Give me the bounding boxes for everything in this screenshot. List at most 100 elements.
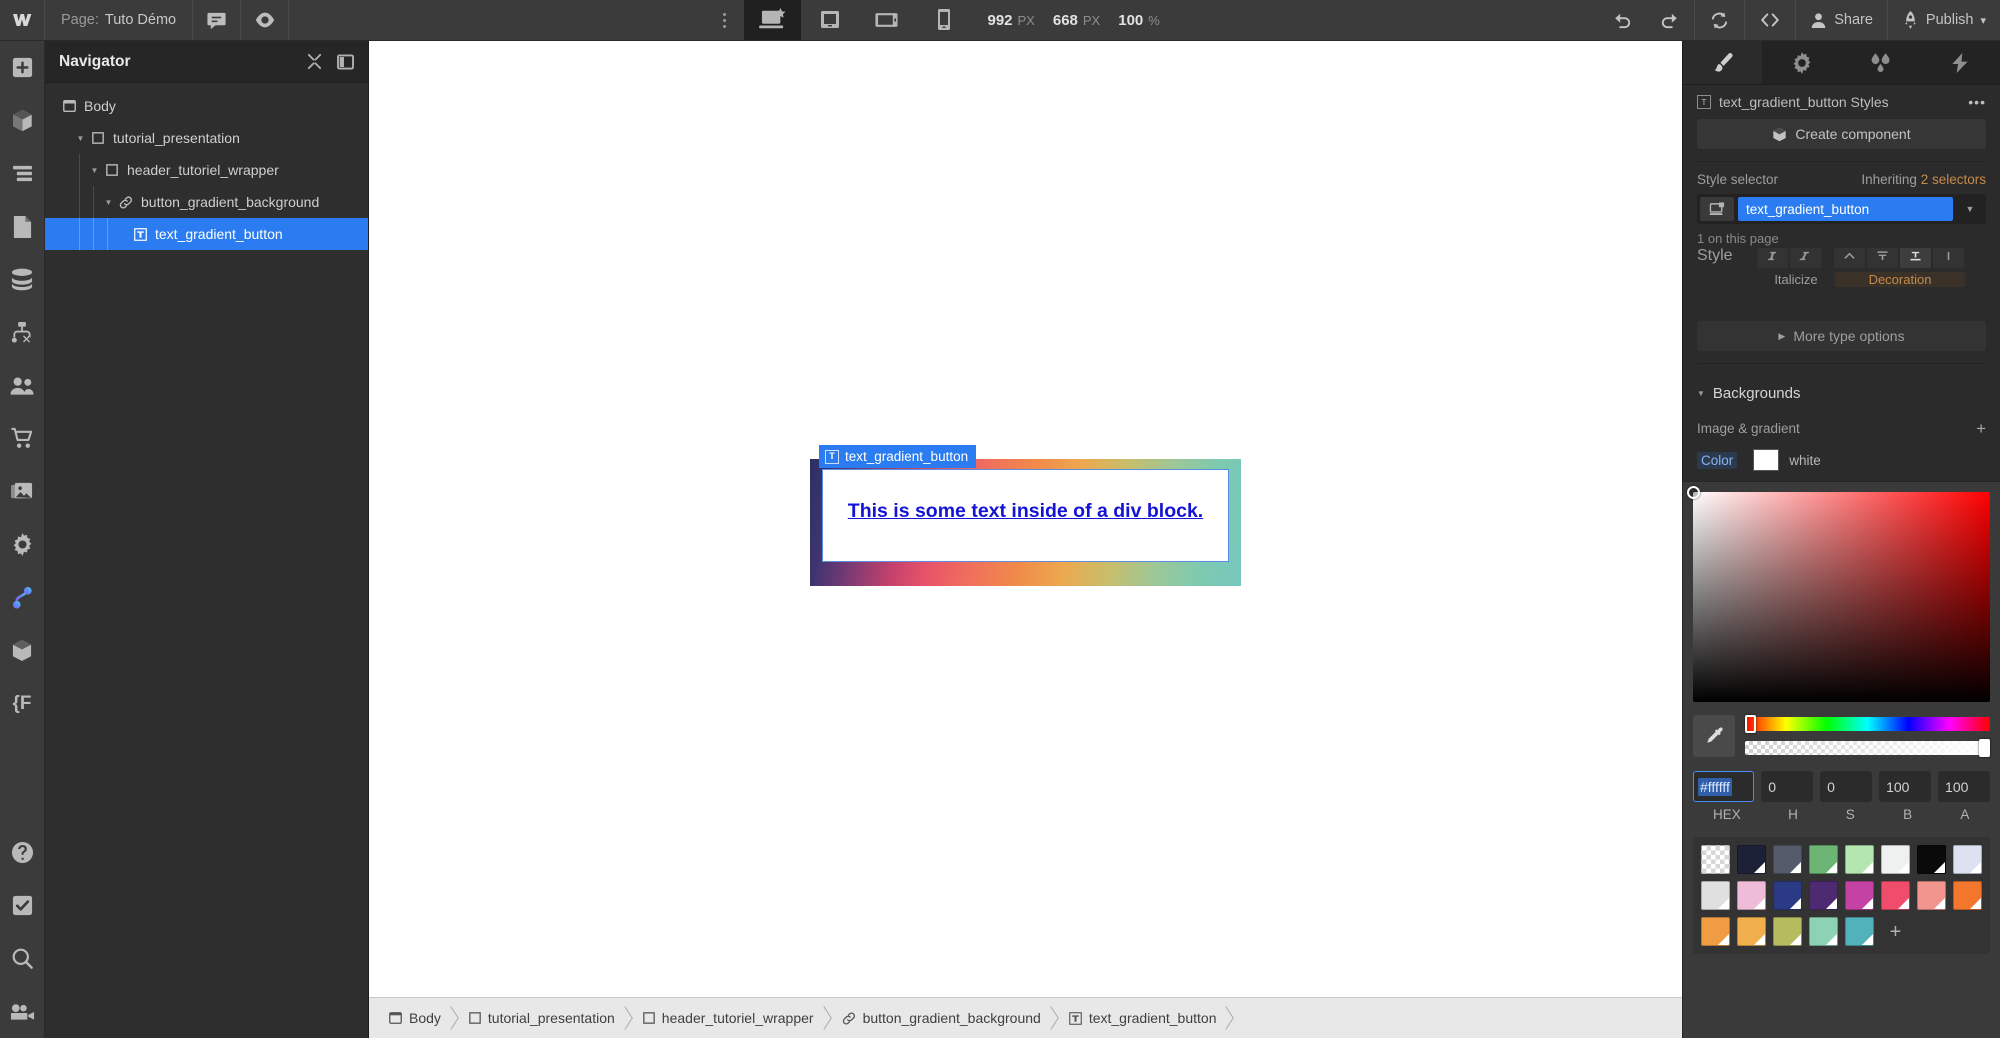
breakpoint-mobile[interactable]: [915, 0, 972, 40]
breakpoint-tablet-landscape[interactable]: [858, 0, 915, 40]
tab-settings[interactable]: [1762, 41, 1842, 84]
hue-slider[interactable]: [1745, 715, 1990, 733]
alpha-handle[interactable]: [1979, 739, 1990, 757]
color-swatch[interactable]: [1953, 845, 1982, 874]
tab-style-manager[interactable]: [1841, 41, 1921, 84]
components-icon[interactable]: [0, 94, 45, 147]
decoration-overline-button[interactable]: [1867, 248, 1898, 268]
color-swatch[interactable]: [1809, 881, 1838, 910]
comment-icon[interactable]: [193, 0, 242, 40]
color-swatch[interactable]: [1845, 881, 1874, 910]
italic-off-button[interactable]: [1757, 248, 1788, 268]
hue-input[interactable]: 0: [1761, 771, 1814, 802]
eyedropper-icon[interactable]: [1693, 715, 1735, 757]
redo-button[interactable]: [1646, 0, 1694, 40]
tree-item-header-tutoriel-wrapper[interactable]: ▼ header_tutoriel_wrapper: [45, 154, 368, 186]
alpha-input[interactable]: 100: [1938, 771, 1990, 802]
checkmark-icon[interactable]: [0, 879, 45, 932]
variables-icon[interactable]: {F: [0, 677, 45, 730]
saturation-brightness-field[interactable]: [1687, 486, 1990, 702]
more-type-options-button[interactable]: ▶ More type options: [1697, 321, 1986, 351]
breakpoint-more-icon[interactable]: [704, 0, 744, 40]
background-color-label[interactable]: Color: [1697, 451, 1738, 469]
color-swatch[interactable]: [1917, 881, 1946, 910]
italic-on-button[interactable]: [1790, 248, 1821, 268]
eye-icon[interactable]: [241, 0, 290, 40]
color-swatch[interactable]: [1809, 917, 1838, 946]
more-menu-icon[interactable]: •••: [1968, 94, 1986, 110]
color-swatch[interactable]: [1773, 881, 1802, 910]
tab-style[interactable]: [1683, 41, 1763, 84]
chevron-down-icon[interactable]: ▼: [87, 166, 102, 175]
ecommerce-icon[interactable]: [0, 412, 45, 465]
selector-input-row[interactable]: text_gradient_button ▼: [1697, 194, 1986, 224]
background-color-swatch[interactable]: [1753, 449, 1780, 471]
saturation-input[interactable]: 0: [1820, 771, 1873, 802]
decoration-none-button[interactable]: [1834, 248, 1865, 268]
add-image-gradient-icon[interactable]: +: [1976, 420, 1986, 437]
color-swatch[interactable]: [1845, 917, 1874, 946]
hex-input[interactable]: #ffffff: [1693, 771, 1755, 802]
color-swatch[interactable]: [1737, 845, 1766, 874]
breadcrumb-item-button-gradient-background[interactable]: button_gradient_background: [830, 998, 1057, 1038]
search-icon[interactable]: [0, 932, 45, 985]
canvas-height-value[interactable]: 668: [1048, 12, 1083, 29]
color-swatch[interactable]: [1881, 881, 1910, 910]
alpha-slider[interactable]: [1745, 739, 1990, 757]
selector-scope-icon[interactable]: [1700, 197, 1734, 221]
chevron-down-icon[interactable]: ▼: [1957, 204, 1983, 214]
color-swatch[interactable]: [1701, 881, 1730, 910]
breadcrumb-item-tutorial-presentation[interactable]: tutorial_presentation: [457, 998, 631, 1038]
add-swatch-icon[interactable]: +: [1881, 917, 1910, 946]
color-swatch[interactable]: [1881, 845, 1910, 874]
selected-element-tag[interactable]: T text_gradient_button: [819, 445, 977, 468]
color-swatch[interactable]: [1773, 917, 1802, 946]
publish-button[interactable]: Publish ▾: [1886, 0, 2000, 40]
users-icon[interactable]: [0, 359, 45, 412]
create-component-button[interactable]: Create component: [1697, 119, 1986, 149]
undo-button[interactable]: [1598, 0, 1646, 40]
video-icon[interactable]: [0, 985, 45, 1038]
color-swatch[interactable]: [1953, 881, 1982, 910]
color-swatch[interactable]: [1917, 845, 1946, 874]
add-panel-icon[interactable]: [0, 41, 45, 94]
pages-icon[interactable]: [0, 200, 45, 253]
breakpoint-tablet[interactable]: [801, 0, 858, 40]
assets-icon[interactable]: [0, 465, 45, 518]
webflow-logo[interactable]: [0, 0, 45, 40]
inheriting-count[interactable]: 2 selectors: [1921, 172, 1986, 187]
color-swatch[interactable]: [1737, 917, 1766, 946]
tree-item-button-gradient-background[interactable]: ▼ button_gradient_background: [45, 186, 368, 218]
cube-icon[interactable]: [0, 624, 45, 677]
selector-chip[interactable]: text_gradient_button: [1738, 197, 1953, 221]
breadcrumb-item-header-tutoriel-wrapper[interactable]: header_tutoriel_wrapper: [631, 998, 830, 1038]
canvas-width-value[interactable]: 992: [982, 12, 1017, 29]
breadcrumb-item-body[interactable]: Body: [377, 998, 457, 1038]
page-canvas[interactable]: This is some text inside of a div block.…: [369, 41, 1682, 997]
tree-item-tutorial-presentation[interactable]: ▼ tutorial_presentation: [45, 122, 368, 154]
sync-icon[interactable]: [1694, 0, 1744, 40]
sb-handle[interactable]: [1687, 486, 1700, 499]
text-gradient-button-element[interactable]: This is some text inside of a div block.: [822, 469, 1229, 562]
chevron-down-icon[interactable]: ▼: [101, 198, 116, 207]
share-button[interactable]: Share: [1795, 0, 1887, 40]
color-swatch[interactable]: [1701, 917, 1730, 946]
background-color-name[interactable]: white: [1789, 453, 1821, 468]
color-swatch[interactable]: [1809, 845, 1838, 874]
code-icon[interactable]: [1744, 0, 1795, 40]
collapse-icon[interactable]: [306, 53, 323, 70]
hue-handle[interactable]: [1745, 715, 1756, 733]
color-swatch[interactable]: [1737, 881, 1766, 910]
navigator-icon[interactable]: [0, 147, 45, 200]
tree-item-text-gradient-button[interactable]: text_gradient_button: [45, 218, 368, 250]
page-name-button[interactable]: Page: Tuto Démo: [45, 0, 194, 40]
zoom-value[interactable]: 100: [1113, 12, 1148, 29]
settings-gear-icon[interactable]: [0, 518, 45, 571]
cms-icon[interactable]: [0, 253, 45, 306]
breadcrumb-item-text-gradient-button[interactable]: text_gradient_button: [1057, 998, 1233, 1038]
backgrounds-section-header[interactable]: ▼ Backgrounds: [1697, 374, 1986, 412]
color-swatch[interactable]: [1701, 845, 1730, 874]
breakpoint-desktop[interactable]: [744, 0, 802, 40]
interactions-icon[interactable]: [0, 571, 45, 624]
chevron-down-icon[interactable]: ▼: [73, 134, 88, 143]
